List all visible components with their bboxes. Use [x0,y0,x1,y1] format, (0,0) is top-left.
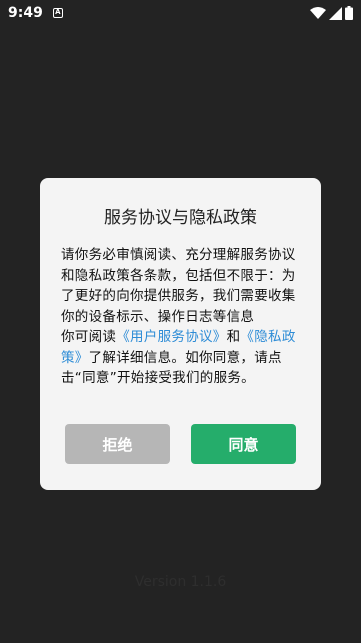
read-suffix: 了解详细信息。如你同意，请点击“同意”开始接受我们的服务。 [61,349,282,387]
dialog-body-text: 请你务必审慎阅读、充分理解服务协议和隐私政策各条款，包括但不限于：为了更好的向你… [61,247,296,325]
status-icons [310,6,353,20]
battery-icon [345,6,353,20]
status-time: 9:49 [8,5,43,21]
privacy-dialog: 服务协议与隐私政策 请你务必审慎阅读、充分理解服务协议和隐私政策各条款，包括但不… [40,178,321,490]
dialog-read-paragraph: 你可阅读《用户服务协议》和《隐私政策》了解详细信息。如你同意，请点击“同意”开始… [61,327,300,389]
wifi-icon [310,6,326,19]
dialog-body: 请你务必审慎阅读、充分理解服务协议和隐私政策各条款，包括但不限于：为了更好的向你… [61,245,300,389]
read-prefix: 你可阅读 [61,329,117,345]
dialog-title: 服务协议与隐私政策 [104,208,257,228]
reject-button[interactable]: 拒绝 [65,424,170,464]
signal-icon [329,6,342,20]
status-bar: 9:49 A [0,0,361,26]
user-agreement-link[interactable]: 《用户服务协议》 [116,329,226,345]
and-text: 和 [226,329,241,345]
agree-button[interactable]: 同意 [191,424,296,464]
dialog-actions: 拒绝 同意 [65,424,296,464]
version-label: Version 1.1.6 [134,574,227,590]
notification-icon: A [52,8,63,18]
